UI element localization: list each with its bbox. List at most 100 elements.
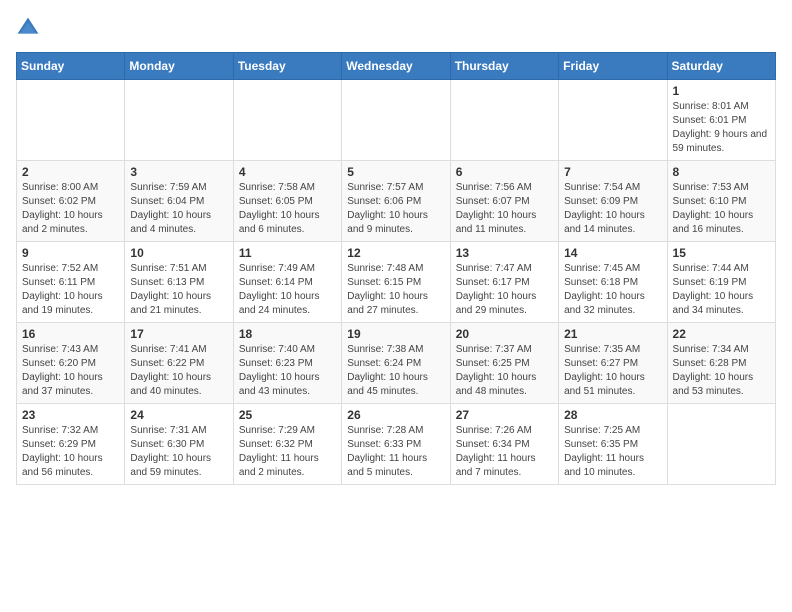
day-number: 1 xyxy=(673,84,770,98)
calendar-cell xyxy=(233,80,341,161)
calendar-cell xyxy=(125,80,233,161)
day-info: Sunrise: 7:58 AM Sunset: 6:05 PM Dayligh… xyxy=(239,181,336,237)
day-number: 6 xyxy=(456,165,553,179)
day-info: Sunrise: 7:32 AM Sunset: 6:29 PM Dayligh… xyxy=(22,424,119,480)
calendar-cell xyxy=(667,404,775,485)
day-info: Sunrise: 8:01 AM Sunset: 6:01 PM Dayligh… xyxy=(673,100,770,156)
day-info: Sunrise: 7:54 AM Sunset: 6:09 PM Dayligh… xyxy=(564,181,661,237)
calendar-cell xyxy=(342,80,450,161)
day-number: 2 xyxy=(22,165,119,179)
day-number: 21 xyxy=(564,327,661,341)
day-number: 13 xyxy=(456,246,553,260)
calendar-cell xyxy=(17,80,125,161)
day-info: Sunrise: 7:59 AM Sunset: 6:04 PM Dayligh… xyxy=(130,181,227,237)
day-number: 28 xyxy=(564,408,661,422)
calendar-header-row: SundayMondayTuesdayWednesdayThursdayFrid… xyxy=(17,53,776,80)
day-info: Sunrise: 7:29 AM Sunset: 6:32 PM Dayligh… xyxy=(239,424,336,480)
day-info: Sunrise: 7:25 AM Sunset: 6:35 PM Dayligh… xyxy=(564,424,661,480)
day-info: Sunrise: 7:53 AM Sunset: 6:10 PM Dayligh… xyxy=(673,181,770,237)
logo xyxy=(16,16,44,40)
day-info: Sunrise: 7:43 AM Sunset: 6:20 PM Dayligh… xyxy=(22,343,119,399)
day-info: Sunrise: 7:48 AM Sunset: 6:15 PM Dayligh… xyxy=(347,262,444,318)
calendar-day-header: Sunday xyxy=(17,53,125,80)
calendar-cell: 9 Sunrise: 7:52 AM Sunset: 6:11 PM Daylig… xyxy=(17,242,125,323)
day-info: Sunrise: 7:56 AM Sunset: 6:07 PM Dayligh… xyxy=(456,181,553,237)
calendar-cell xyxy=(450,80,558,161)
calendar-week-row: 9 Sunrise: 7:52 AM Sunset: 6:11 PM Daylig… xyxy=(17,242,776,323)
day-number: 12 xyxy=(347,246,444,260)
calendar-week-row: 16 Sunrise: 7:43 AM Sunset: 6:20 PM Dayli… xyxy=(17,323,776,404)
day-info: Sunrise: 7:49 AM Sunset: 6:14 PM Dayligh… xyxy=(239,262,336,318)
calendar-cell: 22Sunrise: 7:34 AM Sunset: 6:28 PM Dayli… xyxy=(667,323,775,404)
calendar-cell: 8 Sunrise: 7:53 AM Sunset: 6:10 PM Daylig… xyxy=(667,161,775,242)
calendar-cell: 10 Sunrise: 7:51 AM Sunset: 6:13 PM Dayli… xyxy=(125,242,233,323)
day-info: Sunrise: 7:34 AM Sunset: 6:28 PM Dayligh… xyxy=(673,343,770,399)
day-number: 17 xyxy=(130,327,227,341)
day-info: Sunrise: 7:51 AM Sunset: 6:13 PM Dayligh… xyxy=(130,262,227,318)
calendar-cell: 21 Sunrise: 7:35 AM Sunset: 6:27 PM Dayli… xyxy=(559,323,667,404)
day-number: 4 xyxy=(239,165,336,179)
calendar-day-header: Monday xyxy=(125,53,233,80)
day-info: Sunrise: 7:35 AM Sunset: 6:27 PM Dayligh… xyxy=(564,343,661,399)
day-number: 7 xyxy=(564,165,661,179)
calendar-cell: 25 Sunrise: 7:29 AM Sunset: 6:32 PM Dayli… xyxy=(233,404,341,485)
calendar-cell: 7 Sunrise: 7:54 AM Sunset: 6:09 PM Daylig… xyxy=(559,161,667,242)
calendar-cell: 23 Sunrise: 7:32 AM Sunset: 6:29 PM Dayli… xyxy=(17,404,125,485)
calendar-cell: 27 Sunrise: 7:26 AM Sunset: 6:34 PM Dayli… xyxy=(450,404,558,485)
calendar-day-header: Thursday xyxy=(450,53,558,80)
day-number: 26 xyxy=(347,408,444,422)
day-number: 8 xyxy=(673,165,770,179)
calendar-week-row: 1 Sunrise: 8:01 AM Sunset: 6:01 PM Daylig… xyxy=(17,80,776,161)
day-number: 24 xyxy=(130,408,227,422)
calendar-table: SundayMondayTuesdayWednesdayThursdayFrid… xyxy=(16,52,776,485)
calendar-cell: 15Sunrise: 7:44 AM Sunset: 6:19 PM Dayli… xyxy=(667,242,775,323)
day-number: 19 xyxy=(347,327,444,341)
day-info: Sunrise: 7:38 AM Sunset: 6:24 PM Dayligh… xyxy=(347,343,444,399)
calendar-cell xyxy=(559,80,667,161)
calendar-cell: 1 Sunrise: 8:01 AM Sunset: 6:01 PM Daylig… xyxy=(667,80,775,161)
day-info: Sunrise: 7:44 AM Sunset: 6:19 PM Dayligh… xyxy=(673,262,770,318)
calendar-cell: 19 Sunrise: 7:38 AM Sunset: 6:24 PM Dayli… xyxy=(342,323,450,404)
calendar-cell: 12 Sunrise: 7:48 AM Sunset: 6:15 PM Dayli… xyxy=(342,242,450,323)
calendar-cell: 20 Sunrise: 7:37 AM Sunset: 6:25 PM Dayli… xyxy=(450,323,558,404)
day-info: Sunrise: 7:57 AM Sunset: 6:06 PM Dayligh… xyxy=(347,181,444,237)
day-info: Sunrise: 7:28 AM Sunset: 6:33 PM Dayligh… xyxy=(347,424,444,480)
calendar-cell: 6 Sunrise: 7:56 AM Sunset: 6:07 PM Daylig… xyxy=(450,161,558,242)
day-number: 16 xyxy=(22,327,119,341)
day-info: Sunrise: 7:37 AM Sunset: 6:25 PM Dayligh… xyxy=(456,343,553,399)
calendar-cell: 4 Sunrise: 7:58 AM Sunset: 6:05 PM Daylig… xyxy=(233,161,341,242)
page-header xyxy=(16,16,776,40)
day-info: Sunrise: 8:00 AM Sunset: 6:02 PM Dayligh… xyxy=(22,181,119,237)
calendar-cell: 17 Sunrise: 7:41 AM Sunset: 6:22 PM Dayli… xyxy=(125,323,233,404)
calendar-day-header: Wednesday xyxy=(342,53,450,80)
day-info: Sunrise: 7:45 AM Sunset: 6:18 PM Dayligh… xyxy=(564,262,661,318)
day-number: 5 xyxy=(347,165,444,179)
day-info: Sunrise: 7:52 AM Sunset: 6:11 PM Dayligh… xyxy=(22,262,119,318)
day-number: 20 xyxy=(456,327,553,341)
calendar-cell: 24 Sunrise: 7:31 AM Sunset: 6:30 PM Dayli… xyxy=(125,404,233,485)
calendar-cell: 16 Sunrise: 7:43 AM Sunset: 6:20 PM Dayli… xyxy=(17,323,125,404)
day-number: 11 xyxy=(239,246,336,260)
day-info: Sunrise: 7:31 AM Sunset: 6:30 PM Dayligh… xyxy=(130,424,227,480)
calendar-cell: 2 Sunrise: 8:00 AM Sunset: 6:02 PM Daylig… xyxy=(17,161,125,242)
calendar-cell: 14Sunrise: 7:45 AM Sunset: 6:18 PM Dayli… xyxy=(559,242,667,323)
day-info: Sunrise: 7:47 AM Sunset: 6:17 PM Dayligh… xyxy=(456,262,553,318)
generalblue-logo-icon xyxy=(16,16,40,40)
calendar-cell: 28 Sunrise: 7:25 AM Sunset: 6:35 PM Dayli… xyxy=(559,404,667,485)
calendar-day-header: Tuesday xyxy=(233,53,341,80)
day-info: Sunrise: 7:26 AM Sunset: 6:34 PM Dayligh… xyxy=(456,424,553,480)
day-info: Sunrise: 7:41 AM Sunset: 6:22 PM Dayligh… xyxy=(130,343,227,399)
day-number: 10 xyxy=(130,246,227,260)
calendar-cell: 5 Sunrise: 7:57 AM Sunset: 6:06 PM Daylig… xyxy=(342,161,450,242)
day-number: 9 xyxy=(22,246,119,260)
calendar-day-header: Friday xyxy=(559,53,667,80)
day-number: 25 xyxy=(239,408,336,422)
calendar-week-row: 2 Sunrise: 8:00 AM Sunset: 6:02 PM Daylig… xyxy=(17,161,776,242)
calendar-day-header: Saturday xyxy=(667,53,775,80)
day-number: 27 xyxy=(456,408,553,422)
calendar-cell: 11 Sunrise: 7:49 AM Sunset: 6:14 PM Dayli… xyxy=(233,242,341,323)
calendar-cell: 18Sunrise: 7:40 AM Sunset: 6:23 PM Dayli… xyxy=(233,323,341,404)
day-number: 3 xyxy=(130,165,227,179)
day-number: 23 xyxy=(22,408,119,422)
day-number: 18 xyxy=(239,327,336,341)
